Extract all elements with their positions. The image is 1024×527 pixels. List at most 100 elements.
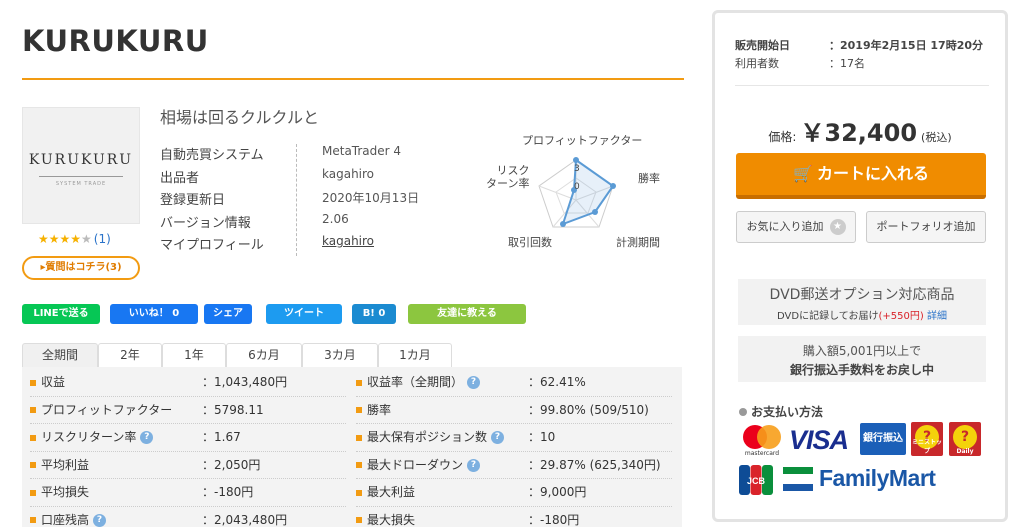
rating-stars[interactable]: ★★★★★ (1): [38, 232, 111, 246]
help-icon[interactable]: ?: [491, 431, 505, 444]
profile-link[interactable]: kagahiro: [322, 234, 374, 248]
users-label: 利用者数: [735, 57, 779, 70]
stats-panel: 収益 ：1,043,480円 プロフィットファクター ：5798.11 リスクリター…: [22, 367, 682, 527]
bullet-icon: [356, 489, 362, 496]
info-key: 出品者: [160, 170, 200, 186]
stat-label: プロフィットファクター: [41, 402, 173, 417]
tab-all[interactable]: 全期間: [22, 343, 98, 367]
hatena-bookmark-button[interactable]: B! 0: [352, 304, 396, 324]
help-icon[interactable]: ?: [140, 431, 154, 444]
tab-1m[interactable]: 1カ月: [378, 343, 452, 367]
svg-text:mastercard: mastercard: [745, 450, 779, 457]
add-favorite-button[interactable]: お気に入り追加 ★: [736, 211, 856, 243]
stat-label: 最大ドローダウン: [367, 457, 464, 472]
tweet-button[interactable]: ツイート: [266, 304, 342, 324]
radar-scale-0: 0: [574, 182, 580, 192]
help-icon[interactable]: ?: [467, 458, 481, 472]
stat-label: 平均利益: [41, 457, 90, 472]
review-count-link[interactable]: (1): [94, 232, 111, 246]
stat-label: 口座残高: [41, 512, 90, 527]
bank-refund-box: 購入額5,001円以上で 銀行振込手数料をお戻し中: [738, 336, 986, 382]
tell-friend-button[interactable]: 友達に教える: [408, 304, 526, 324]
logo-divider: [39, 176, 123, 177]
info-row-profile: マイプロフィール kagahiro: [160, 234, 450, 257]
purchase-sidebar: 販売開始日 ：2019年2月15日 17時20分 利用者数 ：17名 価格: ￥3…: [712, 10, 1008, 522]
help-icon[interactable]: ?: [93, 513, 107, 527]
dvd-detail-link[interactable]: 詳細: [927, 311, 947, 322]
stat-label: リスクリターン率: [41, 430, 137, 444]
help-icon[interactable]: ?: [467, 376, 481, 389]
like-button[interactable]: いいね！ 0: [110, 304, 198, 324]
bullet-icon: [30, 407, 36, 413]
question-button[interactable]: ▸質問はコチラ(3): [22, 256, 140, 280]
stat-label: 最大損失: [367, 512, 416, 527]
stat-row: 平均利益 ：2,050円: [30, 452, 346, 479]
bullet-icon: [30, 517, 36, 523]
tab-1y[interactable]: 1年: [162, 343, 226, 367]
bullet-icon: [356, 434, 362, 441]
star-filled-icon: ★★★★: [38, 232, 82, 246]
logo-text: KURUKURU: [28, 152, 134, 168]
info-key: マイプロフィール: [160, 238, 264, 253]
bank-line1: 購入額5,001円以上で: [802, 344, 922, 358]
facebook-share-button[interactable]: シェア: [204, 304, 252, 324]
cart-icon: 🛒: [793, 164, 813, 183]
stat-value: ：29.87% (625,340円): [528, 457, 661, 472]
star-icon: ★: [829, 219, 846, 235]
stat-row: リスクリターン率? ：1.67: [30, 424, 346, 452]
bullet-icon: [739, 408, 747, 416]
bullet-icon: [30, 379, 36, 386]
product-logo: KURUKURU SYSTEM TRADE: [22, 107, 140, 224]
cart-label: カートに入れる: [816, 164, 929, 183]
mastercard-icon: mastercard: [743, 425, 781, 457]
stat-label: 最大利益: [367, 485, 416, 499]
radar-label-trades: 取引回数: [508, 236, 552, 249]
daily-yamazaki-icon: ? Daily: [949, 422, 981, 456]
price-tax: (税込): [921, 131, 952, 144]
payment-title: お支払い方法: [739, 403, 823, 420]
sale-start-label: 販売開始日: [735, 39, 790, 52]
tab-6m[interactable]: 6カ月: [226, 343, 302, 367]
dvd-price: (+550円): [878, 311, 924, 322]
line-share-button[interactable]: LINEで送る: [22, 304, 100, 324]
daily-face: ?: [953, 425, 977, 449]
stat-value: ：2,050円: [202, 457, 261, 472]
users-row: 利用者数 ：17名: [735, 55, 991, 73]
info-row-seller: 出品者 kagahiro: [160, 167, 450, 190]
info-key: バージョン情報: [160, 215, 251, 231]
tab-2y[interactable]: 2年: [98, 343, 162, 367]
dvd-desc-line: DVDに記録してお届け(+550円) 詳細: [738, 307, 986, 322]
add-to-cart-button[interactable]: 🛒 カートに入れる: [736, 153, 986, 199]
sale-start-row: 販売開始日 ：2019年2月15日 17時20分: [735, 37, 991, 55]
stat-row: 収益率（全期間）? ：62.41%: [356, 369, 672, 397]
stat-row: 平均損失 ：-180円: [30, 479, 346, 507]
radar-point: [610, 183, 616, 189]
stat-label: 収益率（全期間）: [367, 375, 464, 389]
price-value: ￥32,400: [800, 119, 918, 147]
bullet-icon: [30, 462, 36, 468]
favorite-label: お気に入り追加: [746, 220, 824, 233]
users-value: ：17名: [829, 57, 865, 70]
info-value: 2.06: [322, 211, 349, 226]
stat-label: 最大保有ポジション数: [367, 430, 488, 444]
bullet-icon: [30, 434, 36, 441]
add-portfolio-button[interactable]: ポートフォリオ追加: [866, 211, 986, 243]
stat-value: ：9,000円: [528, 485, 587, 499]
dvd-title: DVD郵送オプション対応商品: [769, 287, 955, 303]
stat-value: ：10: [528, 430, 556, 444]
info-value: MetaTrader 4: [322, 144, 402, 158]
radar-label-risk: リスク ターン率: [486, 164, 530, 190]
radar-label-winrate: 勝率: [638, 172, 660, 185]
info-row-version: バージョン情報 2.06: [160, 212, 450, 235]
info-value: kagahiro: [322, 166, 375, 181]
tab-3m[interactable]: 3カ月: [302, 343, 378, 367]
stat-value: ：-180円: [202, 485, 254, 499]
visa-icon: VISA: [789, 425, 849, 455]
info-row-system: 自動売買システム MetaTrader 4: [160, 144, 450, 167]
product-info-list: 自動売買システム MetaTrader 4 出品者 kagahiro 登録更新日…: [160, 144, 450, 257]
radar-label-period: 計測期間: [616, 236, 660, 249]
stat-row: 口座残高? ：2,043,480円: [30, 507, 346, 527]
stat-value: ：5798.11: [202, 402, 264, 417]
stat-value: ：1.67: [202, 430, 241, 444]
ministop-icon: ? ミニストップ: [911, 422, 943, 456]
